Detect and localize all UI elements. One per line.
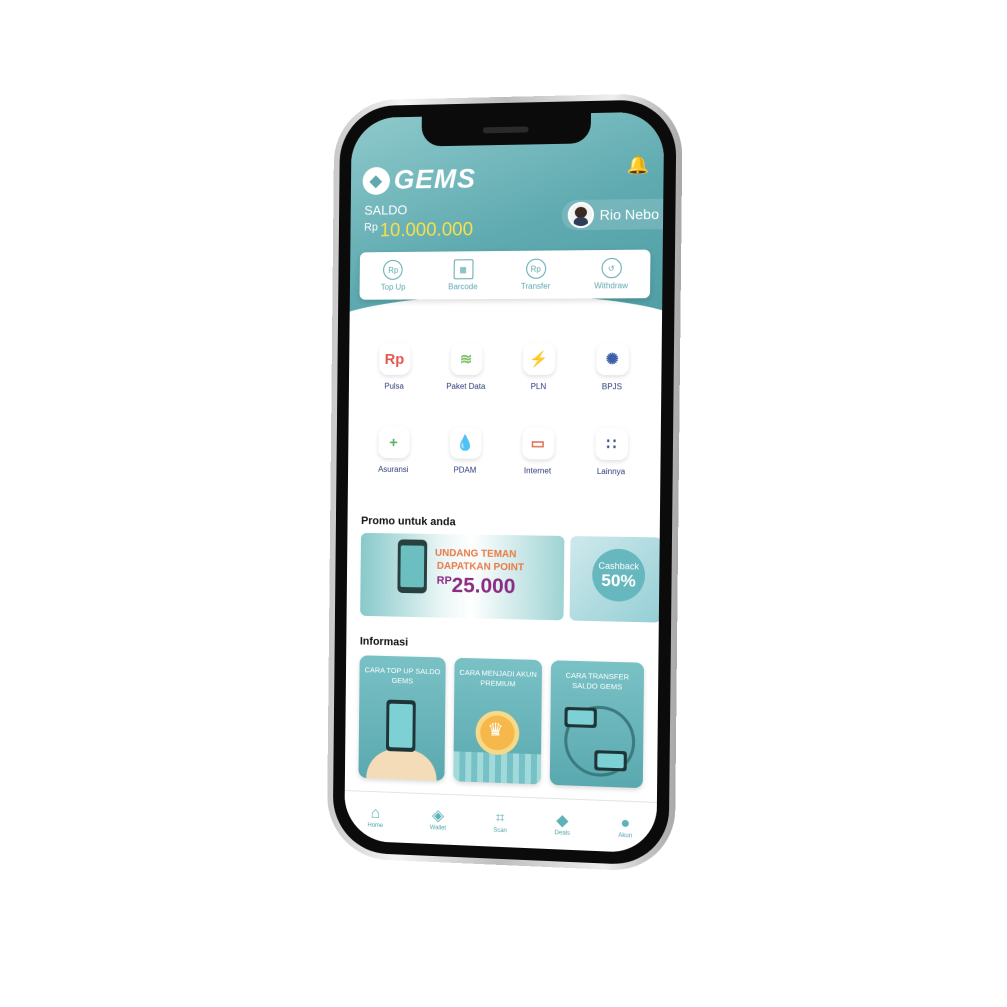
service-label: Pulsa (384, 381, 404, 391)
promo-line2: DAPATKAN POINT (436, 560, 525, 574)
service-pulsa[interactable]: Rp Pulsa (359, 343, 431, 391)
tab-wallet[interactable]: ◈ Wallet (429, 807, 447, 832)
service-label: BPJS (601, 382, 623, 392)
top-up-label: Top Up (380, 282, 406, 292)
service-label: Asuransi (378, 464, 409, 475)
service-label: Lainnya (596, 466, 626, 477)
transfer-button[interactable]: Rp Transfer (520, 258, 551, 291)
app-logo: ◆ GEMS (362, 163, 477, 196)
scan-icon: ⌗ (495, 809, 505, 828)
wallet-icon: ◈ (431, 807, 445, 825)
balance-value: 10.000.000 (379, 219, 474, 242)
bell-icon[interactable]: 🔔 (626, 154, 649, 176)
speaker (482, 126, 529, 134)
promo-amount: RP25.000 (437, 574, 516, 600)
service-pdam[interactable]: 💧 PDAM (429, 426, 502, 475)
bpjs-icon: ✺ (595, 342, 629, 376)
promo-banner-referral[interactable]: UNDANG TEMAN DAPATKAN POINT RP25.000 (360, 532, 565, 621)
cashback-label: Cashback (598, 560, 640, 572)
wifi-icon: ≋ (450, 343, 483, 375)
phone-notch (421, 113, 592, 147)
hand-illustration (366, 748, 437, 781)
top-up-button[interactable]: Rp Top Up (380, 259, 406, 292)
service-bpjs[interactable]: ✺ BPJS (575, 342, 650, 392)
tab-home[interactable]: ⌂ Home (368, 805, 384, 829)
barcode-label: Barcode (448, 282, 478, 292)
tab-label: Home (367, 822, 384, 830)
services-grid: Rp Pulsa ≋ Paket Data ⚡ PLN ✺ BPJS + Asuransi… (358, 342, 650, 477)
phone-illustration (397, 539, 428, 594)
service-internet[interactable]: ▭ Internet (501, 427, 575, 476)
info-title: Informasi (359, 635, 409, 649)
user-icon: ● (620, 814, 631, 833)
promo-banner-cashback[interactable]: Cashback 50% (569, 536, 662, 623)
home-icon: ⌂ (370, 804, 381, 823)
router-icon: ▭ (521, 427, 555, 460)
tab-scan[interactable]: ⌗ Scan (493, 809, 507, 835)
tab-label: Deals (554, 830, 571, 837)
crown-medal-icon (475, 710, 520, 756)
service-label: Internet (523, 466, 552, 476)
service-label: Paket Data (446, 381, 486, 391)
phone-bezel: ◆ GEMS 🔔 SALDO Rp10.000.000 Rio Nebo Rp T… (332, 99, 677, 867)
service-label: PLN (530, 382, 547, 392)
top-up-icon: Rp (383, 259, 404, 280)
transfer-icon: Rp (525, 258, 546, 279)
cashback-value: 50% (601, 570, 636, 591)
promo-carousel[interactable]: UNDANG TEMAN DAPATKAN POINT RP25.000 Cas… (360, 532, 662, 623)
wallet-logo-icon: ◆ (362, 166, 391, 195)
promo-rp: RP (436, 574, 452, 588)
balance-amount: Rp10.000.000 (364, 219, 473, 242)
shield-icon: + (377, 426, 410, 459)
service-label: PDAM (453, 465, 477, 475)
currency-label: Rp (364, 221, 378, 234)
service-paket-data[interactable]: ≋ Paket Data (430, 343, 503, 391)
withdraw-label: Withdraw (594, 281, 629, 291)
service-lainnya[interactable]: ∷ Lainnya (574, 427, 649, 476)
water-drop-icon: 💧 (449, 426, 482, 459)
info-card-title: CARA TOP UP SALDO GEMS (364, 665, 441, 686)
withdraw-button[interactable]: ↺ Withdraw (594, 257, 629, 291)
promo-amount-value: 25.000 (451, 574, 516, 599)
phone-illustration (594, 750, 627, 772)
saldo-label: SALDO (364, 202, 408, 218)
tab-label: Scan (493, 827, 507, 835)
cashback-badge: Cashback 50% (591, 548, 646, 602)
tab-label: Akun (618, 832, 633, 840)
tab-deals[interactable]: ◆ Deals (555, 812, 571, 837)
avatar (567, 201, 594, 229)
user-profile-chip[interactable]: Rio Nebo (561, 198, 664, 231)
info-card-title: CARA TRANSFER SALDO GEMS (565, 670, 630, 692)
tag-icon: ◆ (556, 812, 569, 830)
info-card-topup[interactable]: CARA TOP UP SALDO GEMS (358, 655, 446, 781)
quick-actions-bar: Rp Top Up ▦ Barcode Rp Transfer ↺ Withdraw (359, 249, 651, 300)
rays-illustration (453, 751, 542, 785)
info-card-title: CARA MENJADI AKUN PREMIUM (459, 667, 537, 689)
more-grid-icon: ∷ (594, 427, 628, 461)
bottom-tab-bar: ⌂ Home ◈ Wallet ⌗ Scan ◆ Deals ● Akun (344, 790, 657, 854)
promo-title: Promo untuk anda (361, 515, 456, 529)
brand-name: GEMS (393, 163, 477, 195)
plug-icon: ⚡ (522, 342, 555, 376)
app-screen: ◆ GEMS 🔔 SALDO Rp10.000.000 Rio Nebo Rp T… (344, 111, 665, 854)
phone-frame: ◆ GEMS 🔔 SALDO Rp10.000.000 Rio Nebo Rp T… (326, 92, 683, 873)
barcode-icon: ▦ (453, 259, 474, 280)
info-cards: CARA TOP UP SALDO GEMS CARA MENJADI AKUN… (358, 655, 645, 789)
service-pln[interactable]: ⚡ PLN (502, 342, 576, 392)
user-name: Rio Nebo (599, 205, 660, 223)
withdraw-icon: ↺ (600, 257, 622, 279)
tab-label: Wallet (429, 825, 447, 832)
promo-line1: UNDANG TEMAN (434, 547, 517, 561)
info-card-transfer[interactable]: CARA TRANSFER SALDO GEMS (549, 660, 645, 789)
info-card-premium[interactable]: CARA MENJADI AKUN PREMIUM (453, 657, 543, 785)
phone-illustration (564, 706, 597, 729)
tab-akun[interactable]: ● Akun (618, 815, 632, 840)
phone-illustration (385, 699, 416, 753)
service-asuransi[interactable]: + Asuransi (358, 426, 430, 474)
barcode-button[interactable]: ▦ Barcode (448, 259, 478, 291)
transfer-label: Transfer (520, 281, 551, 291)
pulsa-icon: Rp (378, 343, 411, 375)
